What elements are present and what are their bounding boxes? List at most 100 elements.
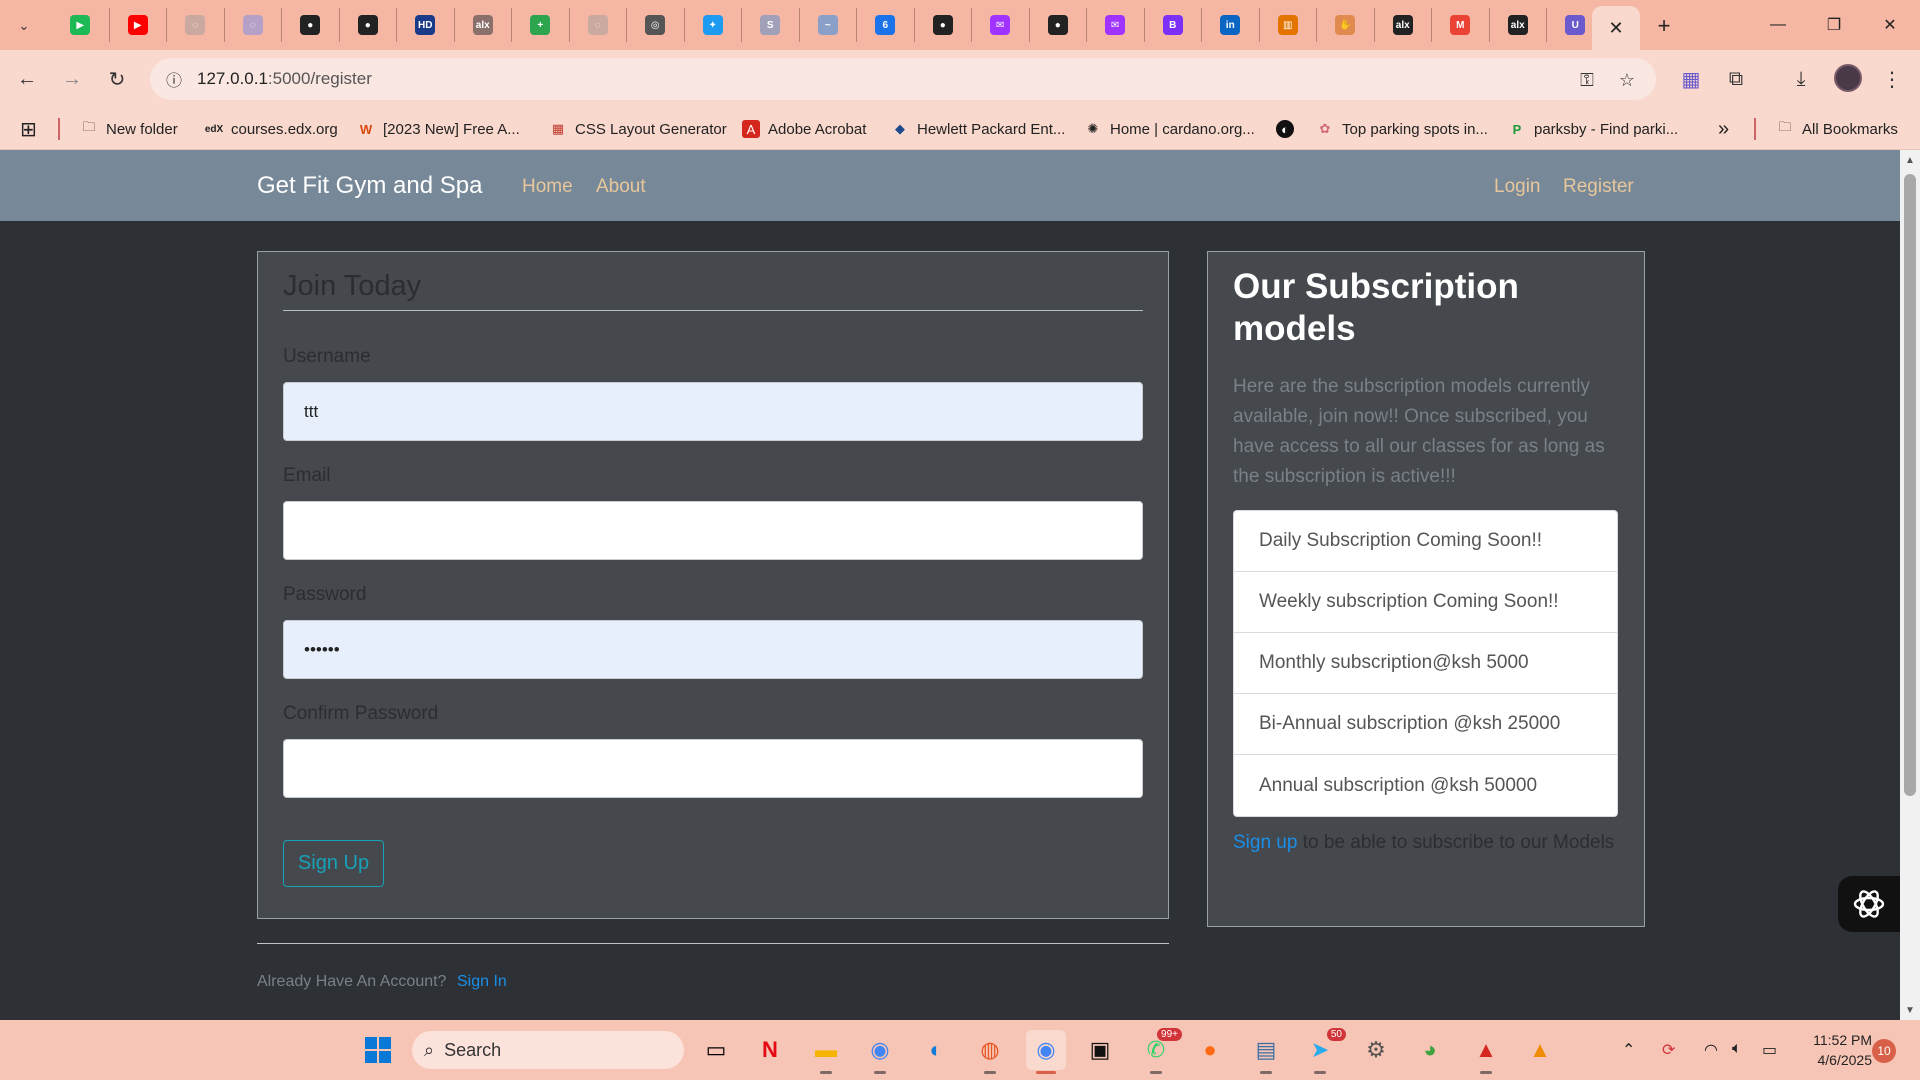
menu-kebab-icon[interactable]: ⋮ [1877,64,1907,94]
pinned-tab[interactable]: ~ [800,8,857,42]
puzzle-icon[interactable]: ⧉ [1721,64,1751,94]
system-clock[interactable]: 11:52 PM 4/6/2025 [1808,1030,1872,1070]
task-view-icon[interactable]: ▭ [696,1030,736,1070]
pinned-tab[interactable]: + [512,8,570,42]
pinned-tab[interactable]: ● [1030,8,1087,42]
globe-app-icon[interactable]: ◕ [1410,1030,1450,1070]
bookmark-item[interactable]: A Adobe Acrobat [742,108,866,150]
sign-up-button[interactable]: Sign Up [283,840,384,887]
confirm-password-input[interactable] [283,739,1143,798]
more-bookmarks-icon[interactable]: » [1718,108,1729,150]
bookmark-item[interactable]: ◆ Hewlett Packard Ent... [891,108,1065,150]
chrome-active-icon[interactable]: ◉ [1026,1030,1066,1074]
password-input[interactable]: •••••• [283,620,1143,679]
extension-icon[interactable]: ▦ [1676,64,1706,94]
file-explorer-icon[interactable]: ▬ [806,1030,846,1074]
bookmark-item[interactable]: edX courses.edx.org [205,108,338,150]
bookmark-star-icon[interactable]: ☆ [1614,67,1640,93]
bookmark-item[interactable]: 🗀 New folder [80,108,177,150]
nav-login-link[interactable]: Login [1494,176,1541,198]
pinned-tab[interactable]: ◌ [570,8,627,42]
settings-gear-icon[interactable]: ⚙ [1356,1030,1396,1070]
postman-icon[interactable]: ● [1190,1030,1230,1070]
minimize-icon[interactable]: — [1750,0,1806,50]
monitor-icon[interactable]: ▤ [1246,1030,1286,1074]
netflix-icon[interactable]: N [750,1030,790,1070]
taskbar-search[interactable]: ⌕ Search [412,1031,684,1069]
wifi-icon[interactable]: ◠ [1704,1040,1718,1060]
url-text[interactable]: 127.0.0.1:5000/register [197,69,372,89]
pinned-tab[interactable]: ◌ [225,8,282,42]
vlc-icon[interactable]: ▲ [1520,1030,1560,1070]
pinned-tab[interactable]: ✦ [685,8,742,42]
pinned-tab[interactable]: ◎ [627,8,685,42]
pinned-tab[interactable]: alx [455,8,512,42]
pinned-tab[interactable]: 6 [857,8,915,42]
pinned-tab[interactable]: HD [397,8,455,42]
sync-icon[interactable]: ⟳ [1662,1040,1675,1060]
active-tab[interactable]: ✕ [1592,6,1640,50]
pinned-tab[interactable]: M [1432,8,1490,42]
new-tab-button[interactable]: + [1650,12,1678,40]
pinned-tab[interactable]: ◌ [167,8,225,42]
pinned-tab[interactable]: ● [915,8,972,42]
pinned-tab[interactable]: B [1145,8,1202,42]
restore-icon[interactable]: ❐ [1806,0,1862,50]
pinned-tab[interactable]: in [1202,8,1260,42]
forward-arrow-icon[interactable]: → [57,64,87,94]
bookmark-item[interactable]: ✿ Top parking spots in... [1316,108,1488,150]
site-brand[interactable]: Get Fit Gym and Spa [257,172,482,200]
scroll-thumb[interactable] [1904,174,1916,796]
bookmark-item[interactable]: ◐ [1276,108,1302,150]
pinned-tab[interactable]: ✉ [1087,8,1145,42]
bookmark-item[interactable]: ✺ Home | cardano.org... [1084,108,1255,150]
pinned-tab[interactable]: ✋ [1317,8,1375,42]
close-window-icon[interactable]: ✕ [1862,0,1918,50]
tab-search-button[interactable]: ⌄ [8,10,40,42]
scroll-down-icon[interactable]: ▼ [1902,1002,1918,1018]
whatsapp-icon[interactable]: ✆ 99+ [1136,1028,1182,1074]
apps-grid-icon[interactable]: ⊞ [20,108,37,150]
nav-about-link[interactable]: About [596,176,646,198]
page-scrollbar[interactable]: ▲ ▼ [1900,150,1920,1020]
pinned-tab[interactable]: ● [282,8,340,42]
chrome-icon[interactable]: ◉ [860,1030,900,1074]
all-bookmarks-button[interactable]: 🗀 All Bookmarks [1776,108,1897,150]
profile-avatar[interactable] [1834,64,1862,92]
back-arrow-icon[interactable]: ← [12,64,42,94]
telegram-icon[interactable]: ➤ 50 [1300,1028,1346,1074]
pinned-tab[interactable]: S [742,8,800,42]
pinned-tab[interactable]: ▶ [110,8,167,42]
pinned-tab[interactable]: ▶ [52,8,110,42]
site-info-icon[interactable]: ⓘ [162,67,186,91]
windows-start-icon[interactable] [358,1030,398,1070]
pinned-tab[interactable]: alx [1490,8,1547,42]
nav-register-link[interactable]: Register [1563,176,1634,198]
close-tab-icon[interactable]: ✕ [1608,18,1623,39]
battery-icon[interactable]: ▭ [1762,1040,1777,1060]
address-bar[interactable]: ⓘ 127.0.0.1:5000/register ⚿ ☆ [150,58,1656,100]
sign-up-link[interactable]: Sign up [1233,832,1297,853]
notification-badge[interactable]: 10 [1872,1039,1896,1063]
reload-icon[interactable]: ↻ [102,64,132,94]
username-input[interactable]: ttt [283,382,1143,441]
pinned-tab[interactable]: ▥ [1260,8,1317,42]
chatgpt-widget[interactable] [1838,876,1900,932]
download-icon[interactable]: ⤓ [1786,64,1816,94]
pinned-tab[interactable]: ● [340,8,397,42]
email-input[interactable] [283,501,1143,560]
volume-icon[interactable]: 🔈︎ [1732,1040,1742,1058]
pinned-tab[interactable]: alx [1375,8,1432,42]
bookmark-item[interactable]: ▦ CSS Layout Generator [549,108,727,150]
bookmark-item[interactable]: Pparksby - Find parki... [1508,108,1679,150]
chevron-up-icon[interactable]: ⌃ [1622,1040,1635,1060]
edge-icon[interactable]: ◐ [916,1030,956,1070]
nav-home-link[interactable]: Home [522,176,573,198]
scroll-up-icon[interactable]: ▲ [1902,152,1918,168]
acrobat-icon[interactable]: ▲ [1466,1030,1506,1074]
terminal-icon[interactable]: ▣ [1080,1030,1120,1070]
pinned-tab[interactable]: ✉ [972,8,1030,42]
password-key-icon[interactable]: ⚿ [1574,67,1600,93]
sign-in-link[interactable]: Sign In [457,973,507,991]
bookmark-item[interactable]: W [2023 New] Free A... [357,108,520,150]
